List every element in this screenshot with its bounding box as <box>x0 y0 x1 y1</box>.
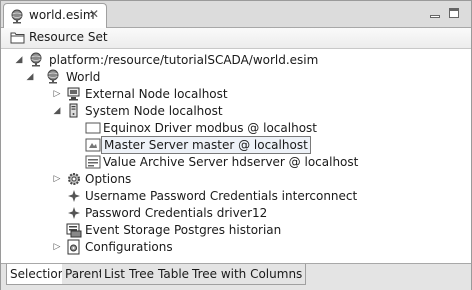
tree-label: World <box>66 70 101 84</box>
minimize-button[interactable] <box>430 8 440 18</box>
tree-row-password-credentials[interactable]: Password Credentials driver12 <box>1 204 471 222</box>
editor-window: world.esim ✕ Resource Set ◢ platform:/re… <box>0 0 472 290</box>
tree-row-configurations[interactable]: ▷ Configurations <box>1 238 471 256</box>
tab-tree[interactable]: Tree <box>126 264 159 285</box>
resource-set-header: Resource Set <box>1 28 471 49</box>
gear-icon <box>66 171 82 187</box>
globe-icon <box>46 69 62 85</box>
tab-tree-with-columns[interactable]: Tree with Columns <box>189 264 307 285</box>
tree-row-equinox-driver[interactable]: Equinox Driver modbus @ localhost <box>1 119 471 137</box>
maximize-button[interactable] <box>449 8 459 18</box>
tree-row-root[interactable]: ◢ platform:/resource/tutorialSCADA/world… <box>1 51 471 69</box>
driver-icon <box>85 120 101 136</box>
tree-label: Event Storage Postgres historian <box>85 223 282 237</box>
tree-label: Username Password Credentials interconne… <box>85 189 358 203</box>
tree-label: Configurations <box>85 240 173 254</box>
bottom-tab-bar: Selection Parent List Tree Table Tree wi… <box>1 263 471 290</box>
tree-label: platform:/resource/tutorialSCADA/world.e… <box>49 53 319 67</box>
configuration-icon <box>66 239 82 255</box>
editor-tab-world-esim[interactable]: world.esim ✕ <box>3 3 107 28</box>
tree-row-external-node[interactable]: ▷ External Node localhost <box>1 85 471 103</box>
collapsed-twisty-icon[interactable]: ▷ <box>52 89 62 99</box>
tree-label: External Node localhost <box>85 87 228 101</box>
tab-selection[interactable]: Selection <box>6 264 70 285</box>
editor-tab-label: world.esim <box>29 8 95 22</box>
tree-label: Equinox Driver modbus @ localhost <box>103 121 317 135</box>
tree-row-master-server[interactable]: Master Server master @ localhost <box>1 136 471 154</box>
tree-label: Options <box>85 172 132 186</box>
close-icon[interactable]: ✕ <box>89 7 99 21</box>
tab-table[interactable]: Table <box>155 264 194 285</box>
tree-row-options[interactable]: ▷ Options <box>1 170 471 188</box>
resource-tree: ◢ platform:/resource/tutorialSCADA/world… <box>1 49 471 261</box>
tree-label-selected: Master Server master @ localhost <box>101 136 311 154</box>
tree-row-system-node[interactable]: ◢ System Node localhost <box>1 102 471 120</box>
tree-row-value-archive[interactable]: Value Archive Server hdserver @ localhos… <box>1 153 471 171</box>
folder-icon <box>10 31 25 47</box>
tree-label: System Node localhost <box>85 104 223 118</box>
tab-list[interactable]: List <box>101 264 129 285</box>
tree-label: Password Credentials driver12 <box>85 206 268 220</box>
tree-row-world[interactable]: ◢ World <box>1 68 471 86</box>
expanded-twisty-icon[interactable]: ◢ <box>14 55 24 65</box>
tree-row-username-credentials[interactable]: Username Password Credentials interconne… <box>1 187 471 205</box>
expanded-twisty-icon[interactable]: ◢ <box>25 72 35 82</box>
tree-label: Value Archive Server hdserver @ localhos… <box>103 155 359 169</box>
archive-icon <box>85 154 101 170</box>
server-tower-icon <box>66 103 82 119</box>
collapsed-twisty-icon[interactable]: ▷ <box>52 242 62 252</box>
editor-tab-bar: world.esim ✕ <box>1 1 471 28</box>
page-title: Resource Set <box>29 30 108 44</box>
collapsed-twisty-icon[interactable]: ▷ <box>52 174 62 184</box>
master-server-icon <box>85 137 101 153</box>
computer-icon <box>66 86 82 102</box>
globe-icon <box>29 52 45 68</box>
expanded-twisty-icon[interactable]: ◢ <box>52 106 62 116</box>
credentials-icon <box>66 188 82 204</box>
tree-row-event-storage[interactable]: Event Storage Postgres historian <box>1 221 471 239</box>
event-storage-icon <box>66 222 82 238</box>
globe-icon <box>10 9 24 27</box>
credentials-icon <box>66 205 82 221</box>
